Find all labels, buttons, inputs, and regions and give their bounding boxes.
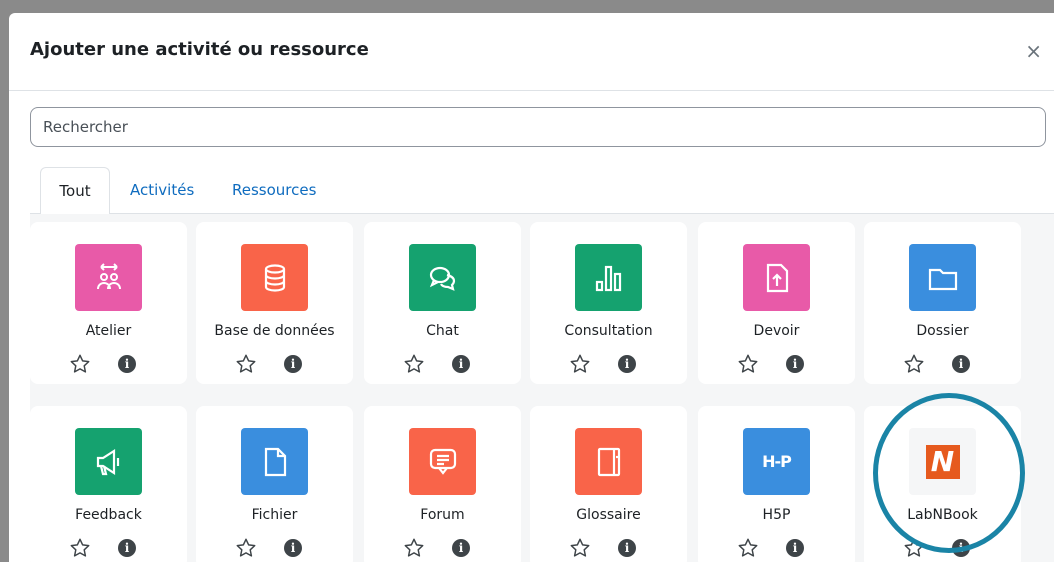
- star-icon[interactable]: [403, 353, 425, 375]
- star-icon[interactable]: [69, 537, 91, 559]
- star-icon[interactable]: [235, 537, 257, 559]
- notebook-icon[interactable]: [575, 428, 642, 495]
- module-card-dossier[interactable]: Dossier i: [864, 222, 1021, 384]
- star-icon[interactable]: [569, 353, 591, 375]
- star-icon[interactable]: [235, 353, 257, 375]
- modal-title: Ajouter une activité ou ressource: [30, 39, 369, 60]
- star-icon[interactable]: [903, 537, 925, 559]
- search-input[interactable]: [30, 107, 1046, 147]
- file-icon[interactable]: [241, 428, 308, 495]
- labnbook-logo-icon[interactable]: N: [909, 428, 976, 495]
- workshop-icon[interactable]: [75, 244, 142, 311]
- module-label: Devoir: [753, 323, 800, 339]
- info-icon[interactable]: i: [786, 355, 804, 373]
- modal-header: Ajouter une activité ou ressource ×: [9, 13, 1054, 91]
- folder-icon[interactable]: [909, 244, 976, 311]
- module-label: Consultation: [564, 323, 653, 339]
- star-icon[interactable]: [903, 353, 925, 375]
- tab-all[interactable]: Tout: [40, 167, 110, 215]
- labnbook-logo-text: N: [925, 444, 960, 479]
- info-icon[interactable]: i: [618, 355, 636, 373]
- star-icon[interactable]: [403, 537, 425, 559]
- info-icon[interactable]: i: [786, 539, 804, 557]
- star-icon[interactable]: [737, 353, 759, 375]
- tab-activities[interactable]: Activités: [130, 167, 194, 214]
- info-icon[interactable]: i: [618, 539, 636, 557]
- bar-chart-icon[interactable]: [575, 244, 642, 311]
- module-label: Atelier: [85, 323, 132, 339]
- close-button[interactable]: ×: [1025, 41, 1042, 61]
- add-activity-modal: Ajouter une activité ou ressource × Tout…: [9, 13, 1054, 562]
- chat-icon[interactable]: [409, 244, 476, 311]
- info-icon[interactable]: i: [952, 355, 970, 373]
- assignment-icon[interactable]: [743, 244, 810, 311]
- module-card-glossaire[interactable]: Glossaire i: [530, 406, 687, 562]
- h5p-logo-text: H-P: [762, 452, 792, 471]
- module-label: Forum: [420, 507, 465, 523]
- module-card-labnbook[interactable]: N LabNBook i: [864, 406, 1021, 562]
- module-label: LabNBook: [907, 507, 978, 523]
- module-card-base-de-donn-es[interactable]: Base de données i: [196, 222, 353, 384]
- h5p-logo-icon[interactable]: H-P: [743, 428, 810, 495]
- star-icon[interactable]: [569, 537, 591, 559]
- module-label: Chat: [426, 323, 459, 339]
- module-label: Glossaire: [576, 507, 641, 523]
- module-card-chat[interactable]: Chat i: [364, 222, 521, 384]
- info-icon[interactable]: i: [452, 355, 470, 373]
- module-card-fichier[interactable]: Fichier i: [196, 406, 353, 562]
- module-label: Base de données: [214, 323, 335, 339]
- module-grid: Atelier i Base de données i Chat i Consultatio…: [30, 214, 1054, 562]
- info-icon[interactable]: i: [284, 355, 302, 373]
- module-tabs: Tout Activités Ressources: [30, 167, 1054, 215]
- info-icon[interactable]: i: [284, 539, 302, 557]
- info-icon[interactable]: i: [952, 539, 970, 557]
- info-icon[interactable]: i: [118, 355, 136, 373]
- tab-resources[interactable]: Ressources: [232, 167, 316, 214]
- forum-icon[interactable]: [409, 428, 476, 495]
- info-icon[interactable]: i: [452, 539, 470, 557]
- star-icon[interactable]: [69, 353, 91, 375]
- star-icon[interactable]: [737, 537, 759, 559]
- database-icon[interactable]: [241, 244, 308, 311]
- megaphone-icon[interactable]: [75, 428, 142, 495]
- module-card-h5p[interactable]: H-P H5P i: [698, 406, 855, 562]
- module-label: Feedback: [75, 507, 142, 523]
- module-card-devoir[interactable]: Devoir i: [698, 222, 855, 384]
- module-card-atelier[interactable]: Atelier i: [30, 222, 187, 384]
- module-label: Fichier: [251, 507, 298, 523]
- module-card-forum[interactable]: Forum i: [364, 406, 521, 562]
- module-card-feedback[interactable]: Feedback i: [30, 406, 187, 562]
- info-icon[interactable]: i: [118, 539, 136, 557]
- module-label: Dossier: [916, 323, 969, 339]
- module-label: H5P: [762, 507, 791, 523]
- module-card-consultation[interactable]: Consultation i: [530, 222, 687, 384]
